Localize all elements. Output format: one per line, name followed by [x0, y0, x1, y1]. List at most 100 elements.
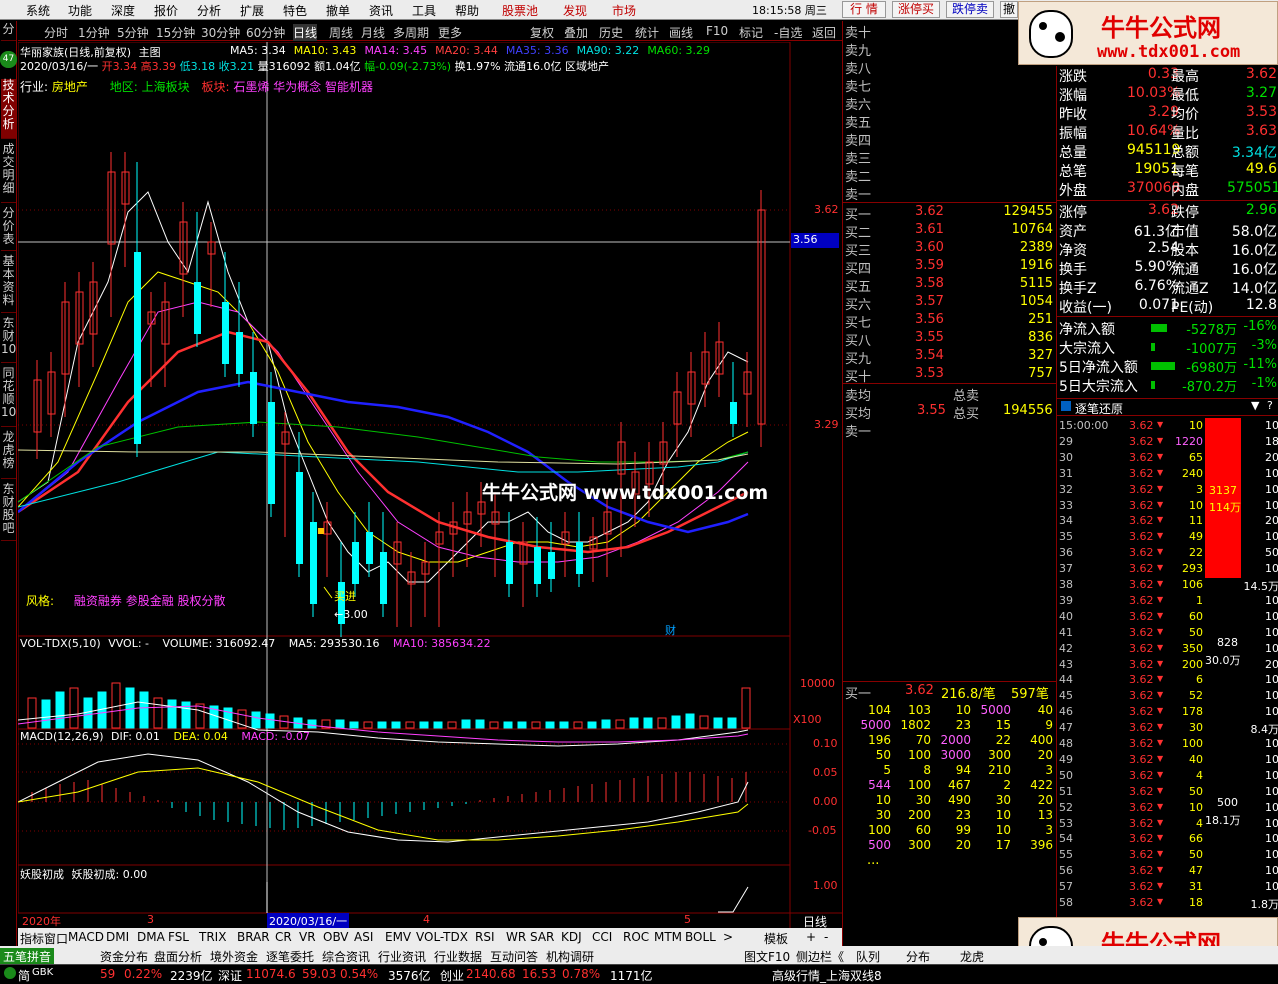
status-cy-label[interactable]: 创业	[440, 967, 464, 984]
help-icon[interactable]: ?	[1267, 399, 1273, 412]
status-jian[interactable]: 简	[18, 967, 30, 984]
period-30min[interactable]: 30分钟	[201, 24, 240, 41]
indicator-tab-24[interactable]: +	[806, 930, 816, 944]
sector-value[interactable]: 石墨烯 华为概念 智能机器	[233, 80, 373, 94]
indicator-tab-22[interactable]: >	[723, 930, 733, 944]
buy-level-4-label[interactable]: 买四	[845, 258, 871, 277]
indicator-tab-6[interactable]: TRIX	[199, 930, 226, 944]
bottom-tab-3[interactable]: 境外资金	[210, 948, 258, 965]
sell-level-3[interactable]: 卖三	[845, 148, 871, 167]
toolbar-mark[interactable]: 标记	[739, 24, 763, 41]
period-fenshi[interactable]: 分时	[44, 24, 68, 41]
bottom-tab-13[interactable]: 分布	[906, 948, 930, 965]
toolbar-draw[interactable]: 画线	[669, 24, 693, 41]
toolbar-f10[interactable]: F10	[706, 24, 728, 38]
left-tab-dongcai10[interactable]: 东财10	[1, 317, 16, 363]
menu-help[interactable]: 帮助	[455, 2, 479, 19]
quote-button[interactable]: 行 情	[842, 1, 886, 18]
status-sz-label[interactable]: 深证	[218, 967, 242, 984]
filter-icon[interactable]: ▼	[1251, 399, 1259, 412]
left-tab-ths10[interactable]: 同花顺10	[1, 367, 16, 427]
region-value[interactable]: 上海板块	[142, 80, 190, 94]
menu-feature[interactable]: 特色	[283, 2, 307, 19]
sell-level-4[interactable]: 卖四	[845, 130, 871, 149]
indicator-tab-17[interactable]: KDJ	[561, 930, 582, 944]
buy-level-6-label[interactable]: 买六	[845, 294, 871, 313]
period-multi[interactable]: 多周期	[393, 24, 429, 41]
menu-system[interactable]: 系统	[26, 2, 50, 19]
bottom-tab-12[interactable]: 队列	[856, 948, 880, 965]
left-tab-deals[interactable]: 成交明细	[1, 143, 16, 203]
indicator-tab-0[interactable]: 指标	[20, 930, 44, 947]
limit-down-sell-button[interactable]: 跌停卖	[946, 1, 994, 18]
indicator-tab-18[interactable]: CCI	[592, 930, 612, 944]
period-15min[interactable]: 15分钟	[156, 24, 195, 41]
left-tab-dragon-tiger[interactable]: 龙虎榜	[1, 431, 16, 479]
indicator-tab-7[interactable]: BRAR	[237, 930, 270, 944]
queue-more[interactable]: ...	[867, 853, 879, 872]
indicator-tab-4[interactable]: DMA	[137, 930, 165, 944]
sell-level-8[interactable]: 卖八	[845, 58, 871, 77]
bottom-tab-4[interactable]: 逐笔委托	[266, 948, 314, 965]
toolbar-stats[interactable]: 统计	[635, 24, 659, 41]
indicator-tab-5[interactable]: FSL	[168, 930, 189, 944]
indicator-tab-19[interactable]: ROC	[623, 930, 649, 944]
sell-level-9[interactable]: 卖九	[845, 40, 871, 59]
bottom-tab-8[interactable]: 互动问答	[490, 948, 538, 965]
menu-news[interactable]: 资讯	[369, 2, 393, 19]
sell-level-1[interactable]: 卖一	[845, 184, 871, 203]
indicator-tab-8[interactable]: CR	[275, 930, 292, 944]
period-1min[interactable]: 1分钟	[78, 24, 110, 41]
indicator-tab-2[interactable]: MACD	[68, 930, 104, 944]
period-more[interactable]: 更多	[438, 24, 462, 41]
indicator-tab-25[interactable]: -	[824, 930, 828, 944]
sell-level-2[interactable]: 卖二	[845, 166, 871, 185]
buy-level-5-label[interactable]: 买五	[845, 276, 871, 295]
left-tab-tech[interactable]: 技术分析	[1, 79, 16, 139]
toolbar-back[interactable]: 返回	[812, 24, 836, 41]
toolbar-watchlist[interactable]: -自选	[774, 24, 802, 41]
indicator-tab-21[interactable]: BOLL	[685, 930, 716, 944]
indicator-tab-23[interactable]: 模板	[764, 930, 788, 947]
menu-stock-pool[interactable]: 股票池	[502, 2, 538, 19]
indicator-tab-3[interactable]: DMI	[106, 930, 129, 944]
sell-level-7[interactable]: 卖七	[845, 76, 871, 95]
buy-level-8-label[interactable]: 买八	[845, 330, 871, 349]
period-weekly[interactable]: 周线	[329, 24, 353, 41]
limit-up-buy-button[interactable]: 涨停买	[892, 1, 940, 18]
period-monthly[interactable]: 月线	[361, 24, 385, 41]
menu-cancel-order[interactable]: 撤单	[326, 2, 350, 19]
menu-depth[interactable]: 深度	[111, 2, 135, 19]
sell-level-6[interactable]: 卖六	[845, 94, 871, 113]
sell-level-5[interactable]: 卖五	[845, 112, 871, 131]
indicator-tab-11[interactable]: ASI	[354, 930, 373, 944]
bottom-tab-1[interactable]: 资金分布	[100, 948, 148, 965]
style-value[interactable]: 融资融券 参股金融 股权分散	[74, 594, 226, 608]
sell-level-10[interactable]: 卖十	[845, 22, 871, 41]
menu-discover[interactable]: 发现	[563, 2, 587, 19]
indicator-tab-15[interactable]: WR	[506, 930, 526, 944]
toolbar-history[interactable]: 历史	[599, 24, 623, 41]
bottom-tab-2[interactable]: 盘面分析	[154, 948, 202, 965]
bottom-tab-11[interactable]: 侧边栏《	[796, 948, 844, 965]
buy-level-9-label[interactable]: 买九	[845, 348, 871, 367]
bottom-tab-9[interactable]: 机构调研	[546, 948, 594, 965]
menu-market[interactable]: 市场	[612, 2, 636, 19]
left-tab-price-table[interactable]: 分价表	[1, 207, 16, 251]
indicator-tab-13[interactable]: VOL-TDX	[416, 930, 468, 944]
bottom-tab-14[interactable]: 龙虎	[960, 948, 984, 965]
menu-extend[interactable]: 扩展	[240, 2, 264, 19]
left-tab-guba[interactable]: 东财股吧	[1, 483, 16, 541]
toolbar-fuquan[interactable]: 复权	[530, 24, 554, 41]
indicator-tab-14[interactable]: RSI	[475, 930, 495, 944]
buy-level-1-label[interactable]: 买一	[845, 204, 871, 223]
industry-value[interactable]: 房地产	[52, 80, 88, 94]
period-5min[interactable]: 5分钟	[117, 24, 149, 41]
indicator-tab-20[interactable]: MTM	[654, 930, 682, 944]
buy-level-7-label[interactable]: 买七	[845, 312, 871, 331]
bottom-tab-6[interactable]: 行业资讯	[378, 948, 426, 965]
buy-level-3-label[interactable]: 买三	[845, 240, 871, 259]
indicator-tab-1[interactable]: 窗口	[44, 930, 68, 947]
bottom-tab-10[interactable]: 图文F10	[744, 948, 790, 965]
bottom-tab-5[interactable]: 综合资讯	[322, 948, 370, 965]
